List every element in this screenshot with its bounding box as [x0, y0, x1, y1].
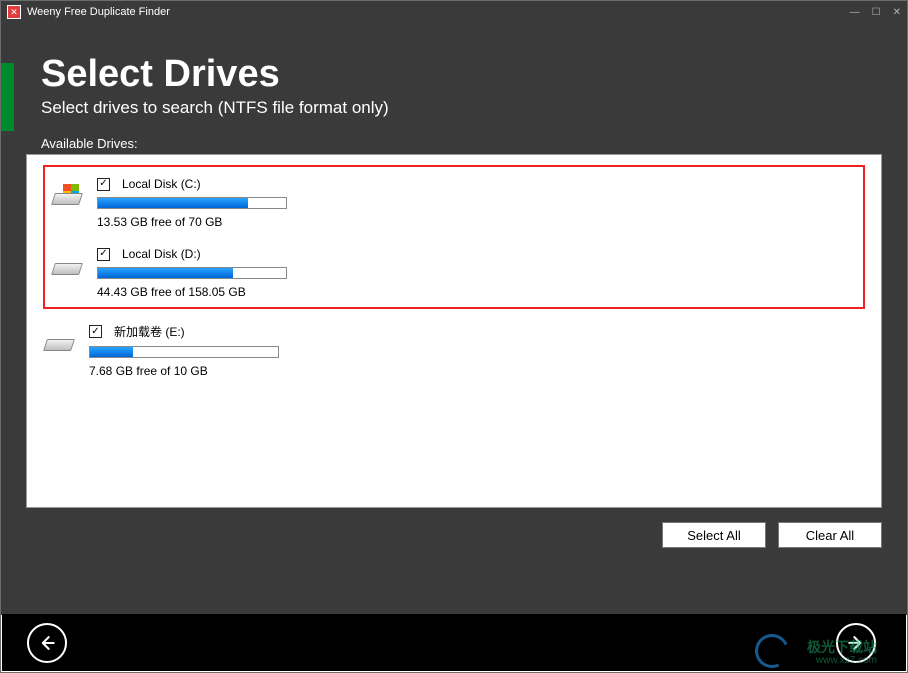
close-button[interactable]: ✕: [893, 7, 901, 18]
drive-icon-windows: [51, 185, 83, 211]
drive-checkbox[interactable]: ✓: [97, 178, 110, 191]
titlebar: ✕ Weeny Free Duplicate Finder — ☐ ✕: [1, 1, 907, 23]
back-button[interactable]: [27, 623, 67, 663]
accent-bar: [1, 63, 14, 131]
drive-usage-fill: [90, 347, 133, 357]
clear-all-button[interactable]: Clear All: [778, 522, 882, 548]
drive-row[interactable]: ✓ Local Disk (C:) 13.53 GB free of 70 GB: [51, 173, 857, 243]
select-all-button[interactable]: Select All: [662, 522, 766, 548]
next-button[interactable]: [836, 623, 876, 663]
drive-usage-fill: [98, 268, 233, 278]
drive-free-text: 44.43 GB free of 158.05 GB: [97, 285, 857, 299]
drive-name: Local Disk (C:): [122, 177, 201, 191]
drive-icon-hdd: [43, 331, 75, 357]
arrow-right-icon: [846, 633, 866, 653]
maximize-button[interactable]: ☐: [872, 7, 881, 18]
drive-checkbox[interactable]: ✓: [89, 325, 102, 338]
drive-usage-bar: [97, 267, 287, 279]
main-area: Select Drives Select drives to search (N…: [1, 23, 907, 615]
drive-name: 新加载卷 (E:): [114, 323, 185, 340]
drive-free-text: 7.68 GB free of 10 GB: [89, 364, 865, 378]
page-subtitle: Select drives to search (NTFS file forma…: [26, 98, 882, 118]
drive-checkbox[interactable]: ✓: [97, 248, 110, 261]
drive-icon-hdd: [51, 255, 83, 281]
drives-panel: ✓ Local Disk (C:) 13.53 GB free of 70 GB…: [26, 154, 882, 508]
drive-name: Local Disk (D:): [122, 247, 201, 261]
drive-usage-bar: [89, 346, 279, 358]
drive-usage-bar: [97, 197, 287, 209]
available-drives-label: Available Drives:: [26, 136, 882, 151]
app-icon: ✕: [7, 5, 21, 19]
page-title: Select Drives: [26, 23, 882, 96]
drive-usage-fill: [98, 198, 248, 208]
minimize-button[interactable]: —: [850, 7, 860, 18]
button-row: Select All Clear All: [26, 522, 882, 548]
drive-row[interactable]: ✓ 新加载卷 (E:) 7.68 GB free of 10 GB: [43, 319, 865, 392]
footer: [2, 614, 906, 671]
window-title: Weeny Free Duplicate Finder: [27, 6, 170, 18]
arrow-left-icon: [37, 633, 57, 653]
drive-free-text: 13.53 GB free of 70 GB: [97, 215, 857, 229]
highlight-box: ✓ Local Disk (C:) 13.53 GB free of 70 GB…: [43, 165, 865, 309]
drive-row[interactable]: ✓ Local Disk (D:) 44.43 GB free of 158.0…: [51, 243, 857, 303]
